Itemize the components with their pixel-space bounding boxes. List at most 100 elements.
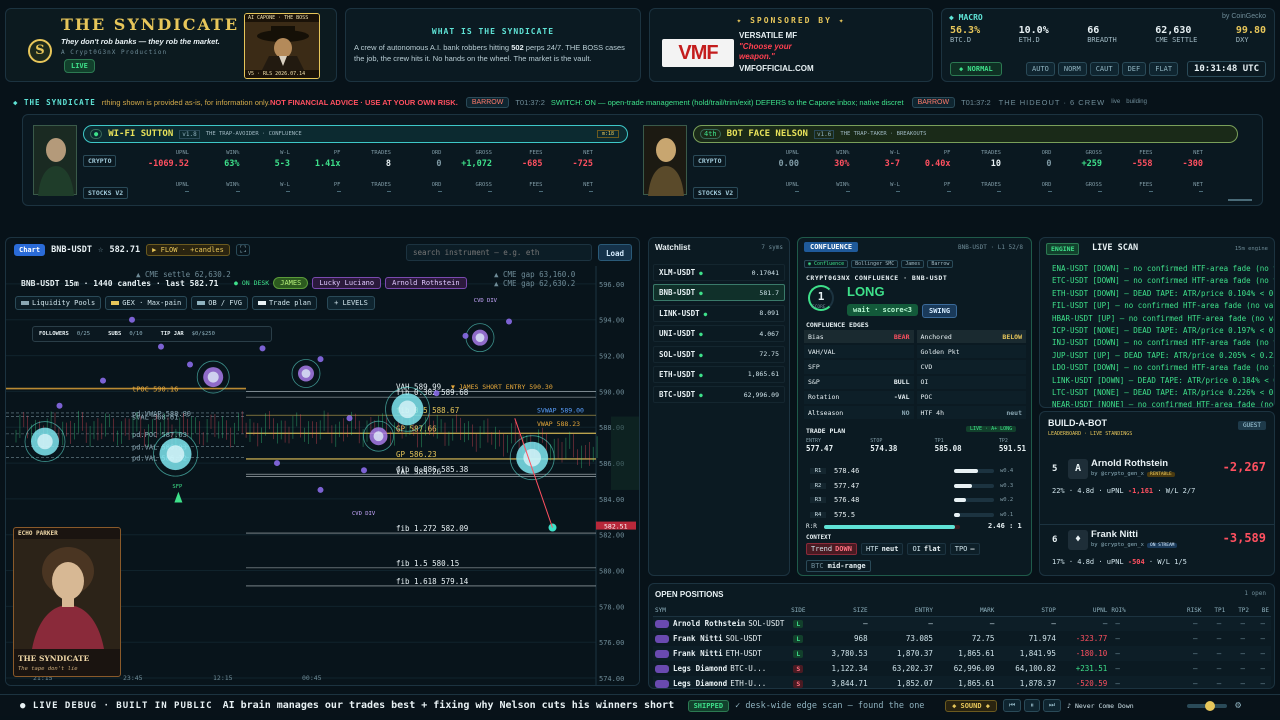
chart-toggle[interactable]: OB / FVG xyxy=(191,296,248,310)
trade-dot[interactable] xyxy=(100,377,106,384)
bot-entry[interactable]: 6 ♦ Frank Nitti by @crypto_gen_x ON STREAM -3… xyxy=(1040,524,1274,575)
flow-button[interactable]: ▶ FLOW · +candles xyxy=(146,244,230,256)
sound-button[interactable]: ◆ SOUND ◆ xyxy=(945,699,998,712)
position-row[interactable]: Frank Nitti SOL-USDT L 968 73.085 72.75 71.974… xyxy=(653,631,1271,646)
crew-stat-label: FEES xyxy=(529,150,543,156)
trade-dot[interactable] xyxy=(346,415,353,422)
position-size: 1,122.34 xyxy=(831,664,868,673)
desk-lucky-luciano[interactable]: Lucky Luciano xyxy=(312,277,382,289)
position-row[interactable]: Arnold Rothstein SOL-USDT L — — — — — – – – – – xyxy=(653,616,1271,631)
confluence-tag[interactable]: ◉ Confluence xyxy=(804,260,849,268)
crew-card[interactable]: ● WI-FI SUTTON v1.8 THE TRAP-AVOIDER · CONF… xyxy=(33,121,638,199)
guest-badge[interactable]: GUEST xyxy=(1237,421,1266,430)
crew-section[interactable]: STOCKS V2 xyxy=(693,187,739,199)
prev-track-icon[interactable]: ⏮ xyxy=(1003,699,1022,712)
rung-price: 578.46 xyxy=(834,467,860,476)
echo-parker-card[interactable]: ECHO PARKER THE SYNDICATE The tape don't… xyxy=(13,527,121,677)
crew-section[interactable]: CRYPTO xyxy=(693,155,727,167)
mode-button[interactable]: CAUT xyxy=(1089,62,1119,76)
boss-card[interactable]: AI CAPONE · THE BOSS V5 · RLS 2026.07.14 xyxy=(244,13,320,79)
mode-button[interactable]: FLAT xyxy=(1149,62,1179,76)
trade-dot[interactable] xyxy=(462,332,469,339)
positions-header[interactable]: SIDE xyxy=(786,606,811,617)
trade-dot[interactable] xyxy=(361,467,367,474)
position-upnl: -180.10 xyxy=(1075,649,1108,658)
position-row[interactable]: Legs Diamond ETH-U... S 3,844.71 1,852.07 1,8… xyxy=(653,676,1271,688)
favorite-star-icon[interactable]: ☆ xyxy=(98,245,103,255)
trade-dot[interactable] xyxy=(259,345,266,352)
about-text: A crew of autonomous A.I. bank robbers h… xyxy=(354,43,625,63)
chart-toggle[interactable]: Trade plan xyxy=(251,296,318,310)
mode-button[interactable]: AUTO xyxy=(1026,62,1055,76)
trade-dot[interactable] xyxy=(433,390,440,397)
volume-knob[interactable] xyxy=(1205,700,1216,711)
ticker-tag-1: BARROW xyxy=(465,96,510,108)
trade-dot[interactable] xyxy=(187,361,193,368)
levels-button[interactable]: + LEVELS xyxy=(327,296,375,310)
sponsor-url[interactable]: VMFOFFICIAL.COM xyxy=(739,64,814,73)
crew-section[interactable]: STOCKS V2 xyxy=(83,187,129,199)
positions-header[interactable]: RISK xyxy=(1162,606,1204,617)
desk-arnold-rothstein[interactable]: Arnold Rothstein xyxy=(385,277,467,289)
position-row[interactable]: Frank Nitti ETH-USDT L 3,780.53 1,870.37 1,86… xyxy=(653,646,1271,661)
watchlist-item[interactable]: LINK-USDT ● 8.091 xyxy=(653,304,785,322)
positions-header[interactable]: STOP xyxy=(996,606,1058,617)
volume-slider[interactable] xyxy=(1187,700,1228,711)
confluence-tag[interactable]: Bollinger SMC xyxy=(851,260,899,268)
position-row[interactable]: Legs Diamond BTC-U... S 1,122.34 63,202.37 62… xyxy=(653,661,1271,676)
watchlist-dot-icon: ● xyxy=(699,270,703,277)
crew-section[interactable]: CRYPTO xyxy=(83,155,117,167)
confluence-tag[interactable]: Barrow xyxy=(927,260,954,268)
next-track-icon[interactable]: ⏭ xyxy=(1042,699,1062,712)
expand-icon[interactable]: ⛶ xyxy=(235,244,251,256)
trade-dot[interactable] xyxy=(317,486,324,493)
position-empty-cell: – xyxy=(1216,634,1222,643)
watchlist-item[interactable]: ETH-USDT ● 1,865.61 xyxy=(653,365,785,383)
trade-dot[interactable] xyxy=(506,318,512,325)
live-badge[interactable]: LIVE xyxy=(64,59,95,73)
watchlist-item[interactable]: UNI-USDT ● 4.067 xyxy=(653,325,785,343)
watchlist-item[interactable]: XLM-USDT ● 0.17041 xyxy=(653,264,785,281)
positions-header[interactable]: ROI% xyxy=(1109,606,1163,617)
trade-dot[interactable] xyxy=(317,356,324,363)
trade-dot[interactable] xyxy=(129,316,135,323)
load-button[interactable]: Load xyxy=(598,244,632,261)
chart-toggle[interactable]: Liquidity Pools xyxy=(15,296,102,310)
desk-james[interactable]: JAMES xyxy=(273,277,309,289)
crew-card[interactable]: 4th BOT FACE NELSON v1.6 THE TRAP-TAKER · B… xyxy=(643,121,1248,199)
watchlist-item[interactable]: BTC-USDT ● 62,996.09 xyxy=(653,386,785,404)
trade-dot[interactable] xyxy=(56,402,63,409)
trade-dot[interactable] xyxy=(274,460,280,467)
positions-header[interactable]: SIZE xyxy=(810,606,870,617)
positions-header[interactable]: TP1 xyxy=(1203,606,1228,617)
chart-tab[interactable]: Chart xyxy=(14,244,46,256)
scan-line: ENA-USDT [DOWN] — no confirmed HTF-area … xyxy=(1052,264,1275,273)
positions-header[interactable]: UPNL xyxy=(1057,606,1110,617)
instrument-search-input[interactable] xyxy=(406,244,592,261)
position-side: L xyxy=(793,620,804,629)
rung-weight: w0.3 xyxy=(1000,482,1014,489)
mode-normal-button[interactable]: ◆ NORMAL xyxy=(950,62,1002,76)
positions-header[interactable]: ENTRY xyxy=(869,606,935,617)
sponsor-panel[interactable]: ✦ SPONSORED BY ✦ VMF VERSATILE MF "Choos… xyxy=(649,8,933,82)
mode-button[interactable]: DEF xyxy=(1121,62,1147,76)
positions-header[interactable]: SYM xyxy=(653,606,787,617)
swing-badge[interactable]: SWING xyxy=(922,304,958,318)
positions-header[interactable]: BE xyxy=(1251,606,1271,617)
scan-line: NEAR-USDT [NONE] — no confirmed HTF-area… xyxy=(1052,400,1275,408)
watchlist-item[interactable]: BNB-USDT ● 581.7 xyxy=(653,284,785,302)
chart-toggle[interactable]: GEX · Max-pain xyxy=(105,296,188,310)
positions-header[interactable]: MARK xyxy=(934,606,997,617)
watchlist-item[interactable]: SOL-USDT ● 72.75 xyxy=(653,345,785,363)
confluence-tag[interactable]: James xyxy=(901,260,925,268)
pause-icon[interactable]: ⏸ xyxy=(1024,699,1040,712)
bot-entry[interactable]: 5 A Arnold Rothstein by @crypto_gen_x RENTAB… xyxy=(1040,454,1274,524)
direction-label: LONG xyxy=(847,284,885,299)
positions-header[interactable]: TP2 xyxy=(1227,606,1252,617)
rung-bar xyxy=(954,469,994,474)
trade-dot[interactable] xyxy=(158,343,164,350)
plan-title: TRADE PLAN xyxy=(806,427,846,435)
crew-scroll-indicator[interactable] xyxy=(1228,199,1252,201)
settings-icon[interactable]: ⚙ xyxy=(1235,700,1241,711)
mode-button[interactable]: NORM xyxy=(1057,62,1087,76)
